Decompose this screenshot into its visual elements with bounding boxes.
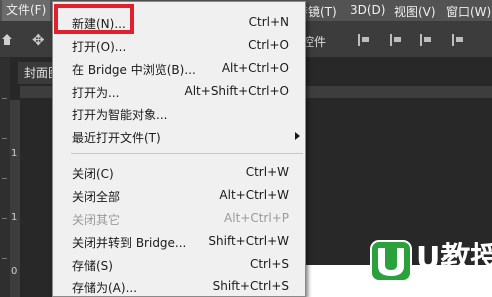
ruler-mark: 1	[11, 212, 18, 223]
menu-item-label: 关闭其它	[72, 213, 121, 227]
menu-item-close[interactable]: 关闭(C) Ctrl+W	[53, 161, 305, 183]
menu-3d[interactable]: 3D(D)	[350, 3, 385, 17]
align-center-icon[interactable]	[390, 34, 402, 46]
menu-item-label: 关闭并转到 Bridge...	[72, 236, 187, 250]
tools-panel	[0, 58, 10, 297]
menu-item-shortcut: Shift+Ctrl+S	[212, 279, 289, 293]
menu-item-shortcut: Alt+Ctrl+O	[221, 61, 289, 75]
menu-item-label: 关闭全部	[72, 190, 121, 204]
menu-separator	[71, 153, 303, 154]
menu-item-close-and-go-to-bridge[interactable]: 关闭并转到 Bridge... Shift+Ctrl+W	[53, 230, 305, 252]
watermark-subtitle: UJIAOSHOU.COM	[418, 278, 488, 287]
menu-item-save-as[interactable]: 存储为(A)... Shift+Ctrl+S	[53, 275, 305, 297]
menu-item-save[interactable]: 存储(S) Ctrl+S	[53, 253, 305, 275]
menu-item-label: 关闭(C)	[72, 167, 114, 181]
home-icon[interactable]	[2, 33, 12, 45]
menu-window[interactable]: 窗口(W)	[446, 3, 491, 20]
menu-item-shortcut: Ctrl+W	[245, 165, 289, 179]
menu-item-shortcut: Alt+Shift+Ctrl+O	[184, 84, 289, 98]
menu-item-shortcut: Ctrl+S	[249, 257, 289, 271]
tool-divider	[2, 218, 7, 219]
menu-item-label: 存储为(A)...	[72, 281, 138, 295]
menu-item-open[interactable]: 打开(O)... Ctrl+O	[53, 34, 305, 56]
menu-item-open-as[interactable]: 打开为... Alt+Shift+Ctrl+O	[53, 80, 305, 102]
tool-divider	[2, 178, 7, 179]
align-right-icon[interactable]	[420, 34, 432, 46]
tool-divider	[2, 138, 7, 139]
menu-item-browse-in-bridge[interactable]: 在 Bridge 中浏览(B)... Alt+Ctrl+O	[53, 57, 305, 79]
move-tool-icon[interactable]: ✥	[32, 31, 45, 49]
submenu-arrow-icon	[295, 132, 300, 140]
tool-divider	[2, 98, 7, 99]
watermark-title: U教授	[416, 241, 492, 276]
menu-item-shortcut: Ctrl+O	[248, 38, 289, 52]
menu-item-shortcut: Shift+Ctrl+W	[208, 234, 289, 248]
align-top-icon[interactable]	[452, 34, 464, 46]
watermark-logo-icon	[370, 240, 412, 282]
menu-item-open-as-smart-object[interactable]: 打开为智能对象...	[53, 102, 305, 124]
watermark: U教授 UJIAOSHOU.COM	[370, 240, 492, 292]
menu-item-recent-files[interactable]: 最近打开文件(T)	[53, 125, 305, 147]
menu-item-label: 打开为智能对象...	[72, 108, 168, 122]
annotation-highlight-box	[54, 4, 134, 34]
menu-item-shortcut: Alt+Ctrl+W	[219, 188, 289, 202]
menu-item-shortcut: Alt+Ctrl+P	[224, 211, 289, 225]
menu-item-label: 打开为...	[72, 86, 120, 100]
ruler-mark: 0	[11, 266, 18, 277]
menu-item-label: 在 Bridge 中浏览(B)...	[72, 63, 196, 77]
menu-item-label: 最近打开文件(T)	[72, 131, 161, 145]
menu-item-label: 打开(O)...	[72, 40, 127, 54]
menu-file[interactable]: 文件(F)	[2, 0, 51, 21]
menu-item-shortcut: Ctrl+N	[248, 15, 289, 29]
menu-item-close-others: 关闭其它 Alt+Ctrl+P	[53, 207, 305, 229]
menu-item-close-all[interactable]: 关闭全部 Alt+Ctrl+W	[53, 184, 305, 206]
align-left-icon[interactable]	[358, 34, 370, 46]
menu-view[interactable]: 视图(V)	[394, 3, 436, 20]
vertical-ruler: 1 1 0	[10, 100, 20, 297]
menu-item-label: 存储(S)	[72, 259, 113, 273]
ruler-mark: 1	[11, 148, 18, 159]
tool-divider	[2, 258, 7, 259]
file-menu-dropdown: 新建(N)... Ctrl+N 打开(O)... Ctrl+O 在 Bridge…	[52, 1, 306, 297]
